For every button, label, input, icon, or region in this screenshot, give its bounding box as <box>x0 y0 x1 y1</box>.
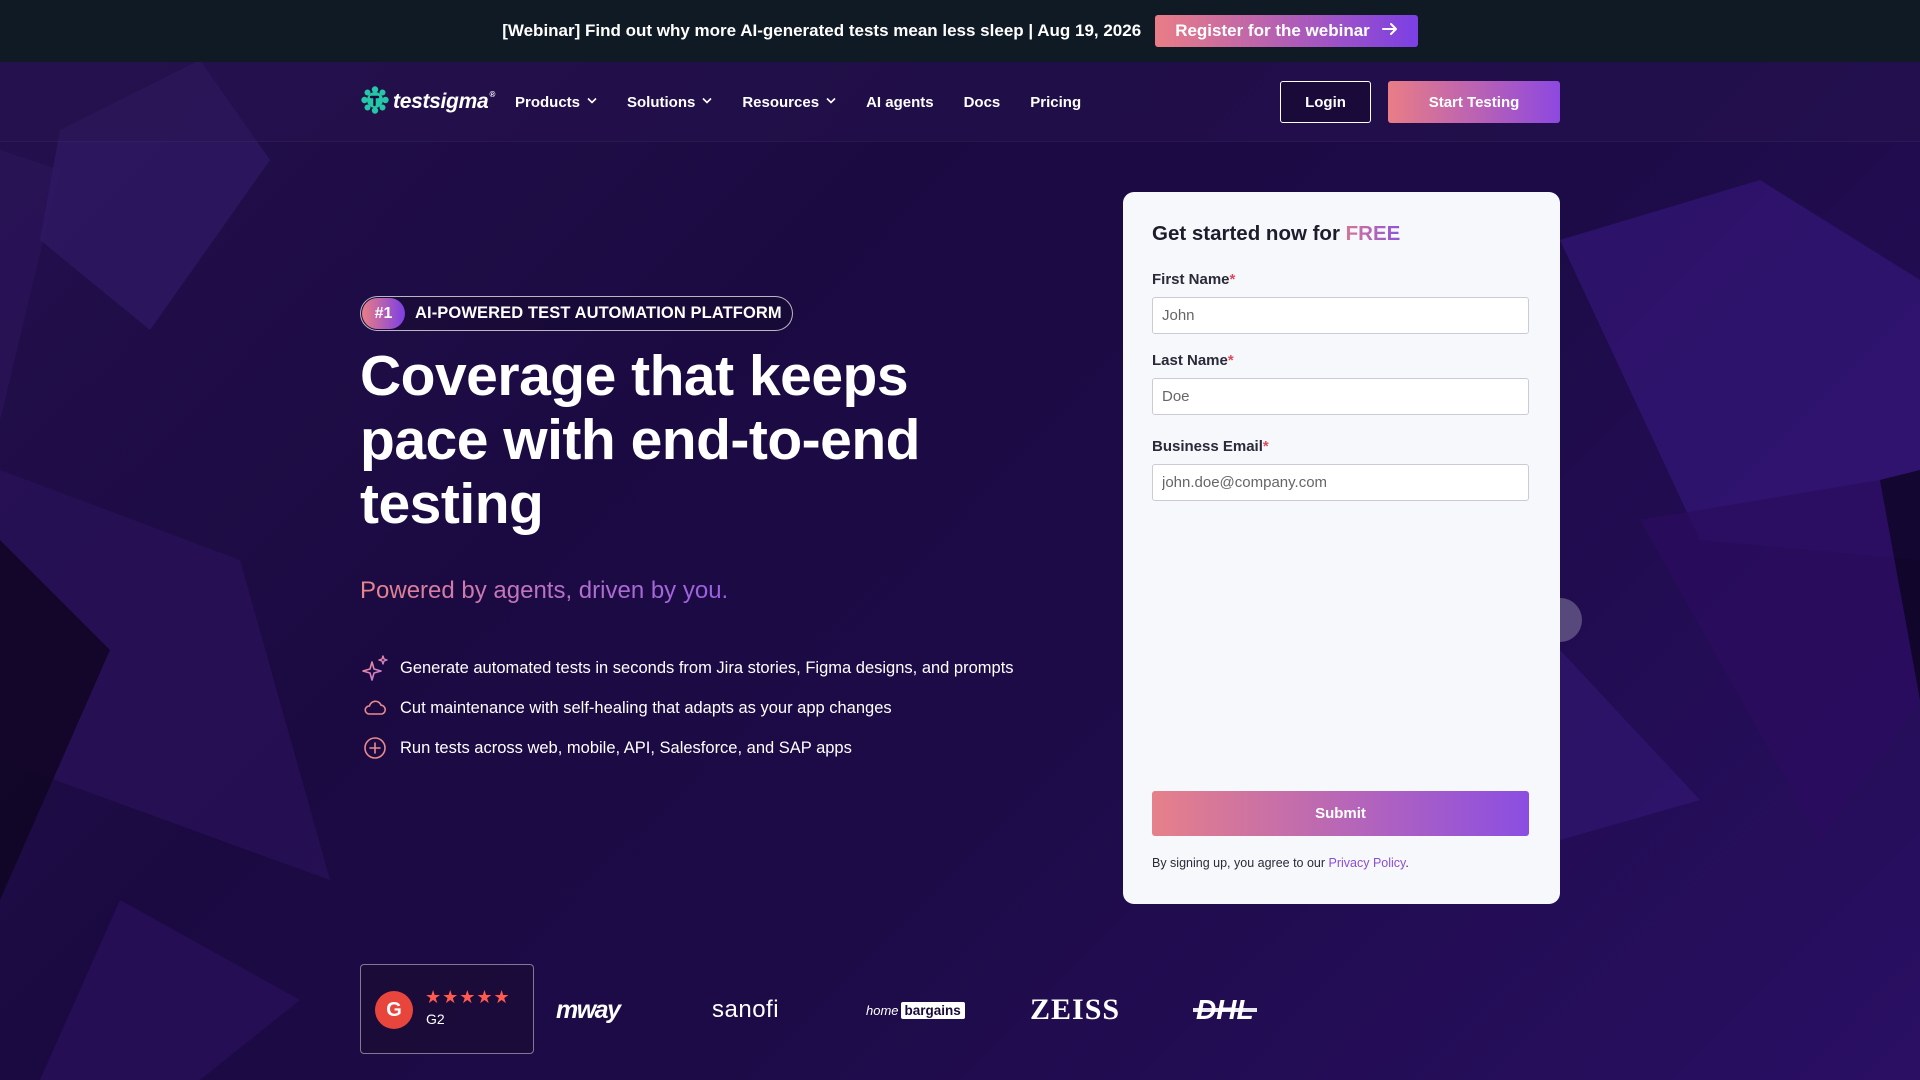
announcement-banner: [Webinar] Find out why more AI-generated… <box>0 0 1920 62</box>
privacy-policy-link[interactable]: Privacy Policy <box>1329 856 1406 870</box>
testsigma-logo[interactable]: testsigma® <box>361 85 495 119</box>
g2-logo-icon: G <box>375 991 413 1029</box>
nav-item-label: Solutions <box>627 93 696 111</box>
nav-item-pricing[interactable]: Pricing <box>1030 94 1081 111</box>
first-name-field[interactable] <box>1152 297 1529 334</box>
register-webinar-button[interactable]: Register for the webinar <box>1155 15 1418 47</box>
homebargains-bargains-text: bargains <box>900 1001 965 1019</box>
hero-background <box>0 0 1920 1080</box>
chevron-down-icon <box>702 96 712 107</box>
sparkle-icon <box>360 653 390 683</box>
nav-item-label: Docs <box>963 93 1001 111</box>
nav-item-label: Pricing <box>1030 93 1082 111</box>
mway-logo: mway <box>556 995 621 1024</box>
last-name-field[interactable] <box>1152 378 1529 415</box>
main-navigation: testsigma® Products Solutions Resources … <box>0 62 1920 142</box>
feature-text: Generate automated tests in seconds from… <box>400 658 1014 677</box>
terms-text: By signing up, you agree to our Privacy … <box>1152 856 1409 870</box>
nav-item-ai-agents[interactable]: AI agents <box>866 94 934 111</box>
start-testing-button[interactable]: Start Testing <box>1388 81 1560 123</box>
homebargains-home-text: home <box>866 1002 899 1018</box>
hero-subtitle: Powered by agents, driven by you. <box>360 577 729 604</box>
form-title-prefix: Get started now for <box>1152 222 1346 245</box>
dhl-logo: DHL <box>1193 992 1257 1028</box>
form-title: Get started now for FREE <box>1152 222 1400 246</box>
login-button[interactable]: Login <box>1280 81 1371 123</box>
chevron-down-icon <box>826 96 836 107</box>
register-webinar-label: Register for the webinar <box>1175 21 1370 40</box>
sanofi-logo: sanofi <box>712 996 780 1023</box>
submit-button[interactable]: Submit <box>1152 791 1529 836</box>
nav-item-label: Products <box>515 93 581 111</box>
rating-stars-icon: ★★★★★ <box>425 987 511 1007</box>
feature-text: Cut maintenance with self-healing that a… <box>400 698 892 717</box>
feature-list: Generate automated tests in seconds from… <box>360 648 1014 768</box>
business-email-label: Business Email* <box>1152 438 1269 455</box>
nav-item-docs[interactable]: Docs <box>964 94 1001 111</box>
nav-menu: Products Solutions Resources AI agents D… <box>515 62 1081 142</box>
chevron-down-icon <box>587 96 597 107</box>
logo-text: testsigma® <box>393 90 495 113</box>
cloud-icon <box>360 693 390 723</box>
g2-rating-badge[interactable]: G ★★★★★ G2 <box>360 964 534 1054</box>
arrow-right-icon <box>1381 21 1398 41</box>
last-name-label: Last Name* <box>1152 352 1234 369</box>
banner-text: [Webinar] Find out why more AI-generated… <box>502 21 1142 40</box>
nav-item-resources[interactable]: Resources <box>742 94 836 111</box>
business-email-field[interactable] <box>1152 464 1529 501</box>
feature-text: Run tests across web, mobile, API, Sales… <box>400 738 852 757</box>
nav-item-label: Resources <box>742 93 820 111</box>
list-item: Cut maintenance with self-healing that a… <box>360 688 1014 728</box>
platform-badge: #1 AI-POWERED TEST AUTOMATION PLATFORM <box>360 296 793 331</box>
g2-label: G2 <box>426 1011 445 1027</box>
form-title-highlight: FREE <box>1345 222 1401 245</box>
signup-form: Get started now for FREE First Name* Las… <box>1123 192 1560 904</box>
list-item: Run tests across web, mobile, API, Sales… <box>360 728 1014 768</box>
badge-text: AI-POWERED TEST AUTOMATION PLATFORM <box>415 304 782 322</box>
hero-title: Coverage that keeps pace with end-to-end… <box>360 344 921 536</box>
nav-item-products[interactable]: Products <box>515 94 597 111</box>
nav-item-solutions[interactable]: Solutions <box>627 94 712 111</box>
badge-number: #1 <box>362 298 405 329</box>
testsigma-logo-icon <box>361 85 389 119</box>
zeiss-logo: ZEISS <box>1030 993 1121 1026</box>
list-item: Generate automated tests in seconds from… <box>360 648 1014 688</box>
plus-circle-icon <box>360 733 390 763</box>
first-name-label: First Name* <box>1152 271 1236 288</box>
homebargains-logo: home bargains <box>866 992 965 1028</box>
nav-item-label: AI agents <box>866 93 934 111</box>
dhl-text: DHL <box>1196 994 1254 1025</box>
